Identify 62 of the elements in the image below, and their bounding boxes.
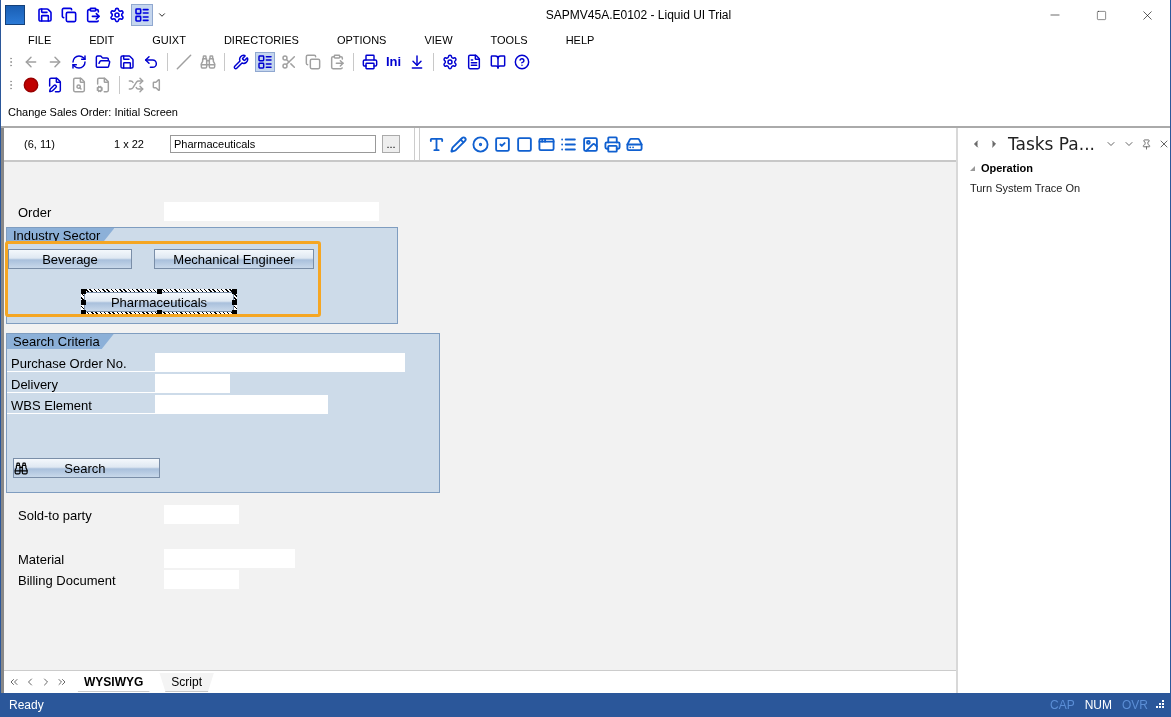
status-text: Ready [9, 698, 45, 712]
layout-icon[interactable] [255, 51, 275, 72]
menu-item[interactable]: DIRECTORIES [223, 34, 299, 46]
first-icon[interactable] [8, 676, 20, 688]
last-icon[interactable] [56, 676, 68, 688]
binoculars-icon [14, 460, 29, 476]
save-icon[interactable] [35, 5, 55, 25]
box-icon[interactable] [516, 135, 533, 153]
menu-item[interactable]: TOOLS [490, 34, 528, 46]
menu-item[interactable]: FILE [28, 34, 52, 46]
app-logo [5, 5, 25, 25]
menu-item[interactable]: EDIT [89, 34, 115, 46]
task-link[interactable]: Turn System Trace On [969, 182, 1170, 194]
window-title: SAPMV45A.E0102 - Liquid UI Trial [544, 8, 733, 22]
close-icon[interactable] [1158, 138, 1170, 150]
maximize-icon [1095, 9, 1107, 21]
input-field[interactable] [155, 374, 230, 393]
text-icon[interactable] [428, 135, 445, 153]
menu-item[interactable]: GUIXT [152, 34, 186, 46]
resize-grip-icon [1156, 700, 1164, 710]
radio-icon[interactable] [472, 135, 489, 153]
copy-icon[interactable] [59, 5, 79, 25]
field-label: Delivery [7, 377, 155, 393]
ini-button[interactable]: Ini [384, 52, 404, 71]
checkbox-icon[interactable] [494, 135, 511, 153]
expand-icon[interactable] [969, 165, 975, 171]
menu-item[interactable]: OPTIONS [336, 34, 387, 46]
field-label: Order [17, 205, 53, 221]
image-icon[interactable] [582, 135, 599, 153]
field-label: Sold-to party [17, 508, 93, 524]
status-indicator: CAP [1049, 698, 1075, 712]
browse-button[interactable]: ... [382, 135, 400, 153]
menu-item[interactable]: VIEW [424, 34, 453, 46]
sector-button[interactable]: Mechanical Engineer [154, 249, 314, 269]
settings-icon[interactable] [107, 5, 127, 25]
dropdown-icon[interactable] [157, 10, 167, 20]
status-indicator: OVR [1122, 698, 1148, 712]
field-label: Billing Document [17, 573, 117, 589]
sector-button[interactable]: Pharmaceuticals [84, 292, 234, 312]
pencil-icon[interactable] [450, 135, 467, 153]
layout-icon[interactable] [131, 4, 153, 26]
position-text: (6, 11) [23, 138, 56, 150]
element-text-field[interactable]: Pharmaceuticals [170, 135, 376, 153]
input-field[interactable] [155, 353, 405, 372]
sheet-tab[interactable]: Script [159, 672, 215, 692]
screen-title: Change Sales Order: Initial Screen [7, 105, 179, 120]
field-label: WBS Element [7, 398, 155, 414]
search-button[interactable]: Search [13, 458, 160, 478]
window-icon[interactable] [538, 135, 555, 153]
field-label: Purchase Order No. [7, 356, 155, 372]
pane-title: Tasks Pa... [1007, 134, 1095, 154]
sector-button[interactable]: Beverage [8, 249, 132, 269]
field-label: Material [17, 552, 66, 568]
device-icon[interactable] [626, 135, 643, 153]
group-title: Search Criteria [7, 334, 114, 349]
input-field[interactable] [155, 395, 328, 414]
pin-icon[interactable] [1141, 138, 1152, 150]
menu-item[interactable]: HELP [565, 34, 595, 46]
section-title[interactable]: Operation [980, 162, 1033, 174]
status-indicator: NUM [1084, 698, 1112, 712]
printer-icon[interactable] [604, 135, 621, 153]
size-text: 1 x 22 [114, 138, 145, 150]
